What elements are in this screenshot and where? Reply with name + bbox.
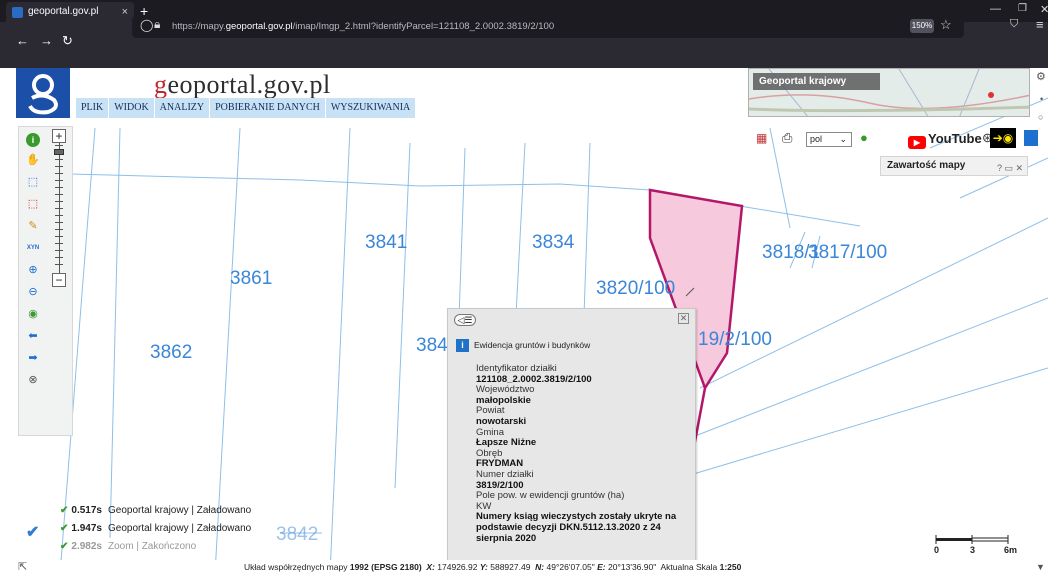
language-select[interactable]: pol ⌄ [806,132,852,147]
contrast-eye-icon[interactable]: ➔◉ [990,128,1016,148]
star-icon[interactable]: ☆ [940,17,952,33]
globe-icon[interactable]: ◉ [26,307,40,321]
shield-icon[interactable]: ◯ [140,18,153,32]
menu-wyszukiwania[interactable]: WYSZUKIWANIA [325,98,417,118]
zoom-out-button[interactable]: − [52,273,66,287]
previous-extent-icon[interactable]: ⬅ [26,329,40,343]
zoom-in-button[interactable]: + [52,129,66,143]
field-label: Identyfikator działki [476,363,557,374]
parcel-label: 3862 [150,342,192,363]
scale-tick-label: 6m [1004,545,1018,555]
field-label: Pole pow. w ewidencji gruntów (ha) [476,490,625,502]
site-favicon-icon [12,7,23,18]
pan-hand-icon[interactable]: ✋ [26,153,40,167]
parcel-label: 3861 [230,268,272,289]
check-icon: ✔ [60,541,69,552]
site-title: geoportal.gov.pl [154,70,331,99]
url-text[interactable]: https://mapy.geoportal.gov.pl/imap/Imgp_… [172,21,554,32]
circle-icon[interactable]: ○ [1038,112,1043,122]
info-tool-icon[interactable]: i [26,133,40,147]
reload-icon[interactable]: ↻ [62,33,73,49]
measure-icon[interactable]: XYN [26,241,40,255]
browser-tab[interactable]: geoportal.gov.pl × [6,2,134,22]
calendar-icon[interactable]: ▦ [756,131,767,151]
next-extent-icon[interactable]: ➡ [26,351,40,365]
main-menu: PLIK WIDOK ANALIZY POBIERANIE DANYCH WYS… [76,98,417,118]
coordinates-readout: Układ współrzędnych mapy 1992 (EPSG 2180… [244,562,742,572]
back-arrow-icon[interactable]: ← [16,33,29,48]
parcel-label: 3817/100 [808,242,887,263]
parcel-label: 384 [416,335,448,356]
lock-icon[interactable]: 🔒︎ [154,17,160,32]
dot-icon[interactable]: • [1040,94,1043,104]
log-row: ✔ 2.982s Zoom | Zakończono [60,541,197,552]
menu-plik[interactable]: PLIK [76,98,110,118]
zoom-slider-ticks [55,145,63,271]
chevron-down-icon: ⌄ [839,134,847,144]
settings-icon[interactable]: ⚙ [1036,70,1046,83]
forward-arrow-icon[interactable]: → [40,33,53,48]
popup-header: i Ewidencja gruntów i budynków [456,339,590,352]
field-value: nowotarski [476,415,527,427]
menu-widok[interactable]: WIDOK [109,98,155,118]
check-icon: ✔ [60,523,69,534]
geoportal-g-icon [28,74,58,115]
print-icon[interactable]: ⎙ [782,130,792,150]
select-area-icon[interactable]: ⬚ [26,175,40,189]
info-icon: i [456,339,469,352]
export-icon[interactable]: ⇱ [18,560,27,574]
pencil-icon[interactable]: ✎ [26,219,40,233]
geoportal-app: 3841 3834 3861 3820/100 3818/1 3817/100 … [0,68,1048,574]
popup-back-button[interactable]: ◁☰ [454,314,476,326]
parcel-details: Identyfikator działki 121108_2.0002.3819… [476,363,690,544]
log-row: ✔ 1.947s Geoportal krajowy | Załadowano [60,523,252,534]
geoportal-logo[interactable] [16,68,70,118]
window-restore-icon[interactable]: ❐ [1018,3,1027,14]
popup-close-button[interactable]: ✕ [678,313,689,324]
map-contents-title: Zawartość mapy [887,160,966,171]
log-row: ✔ 0.517s Geoportal krajowy | Załadowano [60,505,252,516]
window-minimize-icon[interactable]: — [990,3,1001,15]
identify-popup: ◁☰ ✕ i Ewidencja gruntów i budynków Ident… [447,308,696,574]
scale-tick-label: 0 [934,545,940,555]
parcel-label: 3834 [532,232,575,253]
parcel-label: 3841 [365,232,407,253]
menu-analizy[interactable]: ANALIZY [154,98,211,118]
tab-close-icon[interactable]: × [122,2,128,22]
window-close-icon[interactable]: ✕ [1040,3,1048,16]
tab-title: geoportal.gov.pl [28,6,99,17]
map-contents-controls[interactable]: ? ▭ ✕ [997,159,1023,177]
status-check-icon[interactable]: ✔ [26,522,39,542]
parcel-label: 3820/100 [596,278,675,299]
scale-tick-label: 3 [970,545,976,555]
youtube-play-icon: ▶ [908,136,926,149]
field-label: Numer działki [476,468,534,480]
menu-pobieranie-danych[interactable]: POBIERANIE DANYCH [210,98,326,118]
map-tools-panel: i ✋ ⬚ ⬚ ✎ XYN ⊕ ⊖ ◉ ⬅ ➡ ⊗ + − [18,126,73,436]
hamburger-menu-icon[interactable]: ≡ [1036,17,1044,32]
overview-map[interactable]: Geoportal krajowy [748,68,1030,117]
blue-panel-icon[interactable] [1024,130,1038,146]
youtube-link[interactable]: ▶ YouTube [908,131,982,149]
field-value: małopolskie [476,394,531,406]
parcel-label: 19/2/100 [698,329,772,350]
help-icon[interactable]: ● [860,130,868,150]
deselect-area-icon[interactable]: ⬚ [26,197,40,211]
pocket-icon[interactable]: ⛉ [1010,18,1018,31]
full-extent-icon[interactable]: ⊗ [26,373,40,387]
zoom-slider-handle[interactable] [54,149,64,155]
field-value: Numery ksiąg wieczystych zostały ukryte … [476,511,677,544]
map-contents-panel[interactable]: Zawartość mapy ? ▭ ✕ [880,156,1028,176]
coordinates-bar: ⇱ Układ współrzędnych mapy 1992 (EPSG 21… [0,560,1048,574]
check-icon: ✔ [60,505,69,516]
overview-map-title: Geoportal krajowy [753,73,881,90]
zoom-in-icon[interactable]: ⊕ [26,263,40,277]
field-value: Łapsze Niżne [476,437,537,449]
zoom-out-icon[interactable]: ⊖ [26,285,40,299]
scale-bar: 0 3 6m [932,532,1024,562]
zoom-level-badge[interactable]: 150% [910,19,934,33]
chevron-down-icon[interactable]: ▼ [1036,560,1045,574]
